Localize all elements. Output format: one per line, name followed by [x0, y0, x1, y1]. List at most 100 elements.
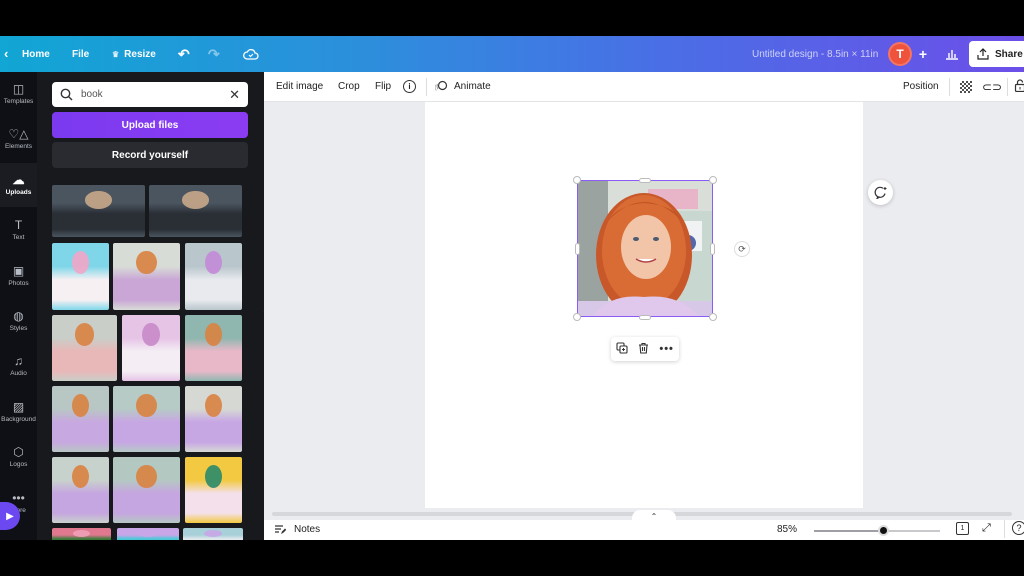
upload-thumbnail[interactable] [185, 243, 242, 310]
chevron-left-icon[interactable]: ‹ [4, 46, 8, 61]
upload-thumbnail[interactable] [113, 457, 180, 523]
resize-handle-top-right[interactable] [709, 176, 717, 184]
crop-button[interactable]: Crop [338, 81, 360, 92]
rail-item-background[interactable]: ▨ Background [0, 390, 37, 434]
info-icon[interactable]: i [403, 80, 416, 93]
redo-icon[interactable]: ↷ [208, 46, 220, 63]
resize-handle-bottom-right[interactable] [709, 313, 717, 321]
search-input[interactable] [81, 89, 222, 100]
expand-icon[interactable]: ⤢ [982, 522, 991, 535]
upload-thumbnail[interactable] [52, 528, 111, 540]
rail-item-label: Background [1, 415, 36, 423]
rail-item-templates[interactable]: ◫ Templates [0, 72, 37, 116]
logos-icon: ⬡ [13, 445, 24, 460]
upload-thumbnail[interactable] [52, 457, 109, 523]
upload-thumbnail[interactable] [185, 315, 242, 381]
lock-icon[interactable] [1014, 78, 1024, 95]
rail-item-photos[interactable]: ▣ Photos [0, 254, 37, 298]
thumbnail-subject [74, 322, 95, 346]
thumbnail-subject [71, 464, 90, 488]
transparency-icon[interactable] [960, 81, 972, 93]
thumbnail-subject [138, 530, 158, 538]
rail-item-label: Templates [3, 98, 34, 105]
undo-icon[interactable]: ↶ [178, 46, 190, 63]
pages-icon[interactable]: 1 [956, 522, 969, 535]
thumbnail-subject [204, 464, 223, 488]
avatar[interactable]: T [888, 42, 912, 66]
link-icon[interactable]: ⊂⊃ [982, 80, 1002, 94]
zoom-percentage[interactable]: 85% [777, 524, 797, 535]
background-icon: ▨ [12, 399, 25, 414]
share-button[interactable]: Share [969, 41, 1024, 67]
selected-photo[interactable] [577, 180, 713, 317]
top-bar: ‹ Home File ♛ Resize ↶ ↷ Untitled design… [0, 36, 1024, 72]
resize-button[interactable]: ♛ Resize [112, 49, 156, 60]
rail-item-styles[interactable]: ◍ Styles [0, 299, 37, 343]
upload-thumbnail[interactable] [52, 243, 109, 310]
upload-thumbnail[interactable] [52, 315, 117, 381]
elements-icon: ♡△ [8, 127, 29, 142]
photos-icon: ▣ [12, 263, 25, 278]
plus-icon[interactable]: + [912, 42, 934, 66]
trash-icon[interactable] [638, 342, 649, 357]
animate-button[interactable]: Animate [435, 80, 491, 93]
upload-thumbnail[interactable] [185, 457, 242, 523]
rail-item-label: Text [12, 234, 25, 242]
rail-item-audio[interactable]: ♫ Audio [0, 344, 37, 388]
rail-item-label: Photos [8, 279, 29, 287]
upload-thumbnail[interactable] [113, 386, 180, 452]
resize-handle-top-left[interactable] [573, 176, 581, 184]
edit-image-button[interactable]: Edit image [276, 81, 323, 92]
resize-handle-right[interactable] [710, 243, 715, 255]
crown-icon: ♛ [112, 49, 120, 59]
upload-thumbnail[interactable] [52, 386, 109, 452]
notes-button[interactable]: Notes [274, 524, 320, 535]
record-yourself-button[interactable]: Record yourself [52, 142, 248, 168]
rail-item-logos[interactable]: ⬡ Logos [0, 435, 37, 479]
rail-item-elements[interactable]: ♡△ Elements [0, 117, 37, 161]
flip-button[interactable]: Flip [375, 81, 391, 92]
rail-item-uploads[interactable]: ☁ Uploads [0, 162, 37, 207]
upload-thumbnail[interactable] [149, 185, 242, 237]
clear-search-icon[interactable]: ✕ [229, 87, 240, 103]
search-field[interactable]: ✕ [52, 82, 248, 107]
thumbnail-subject [71, 251, 90, 275]
animate-label: Animate [454, 81, 491, 92]
upload-thumbnail[interactable] [113, 243, 180, 310]
bar-chart-icon[interactable] [940, 42, 964, 66]
resize-handle-left[interactable] [575, 243, 580, 255]
upload-thumbnail[interactable] [117, 528, 179, 540]
resize-handle-bottom-left[interactable] [573, 313, 581, 321]
thumbnail-subject [142, 322, 160, 346]
duplicate-icon[interactable] [616, 341, 628, 357]
cloud-check-icon[interactable] [243, 48, 259, 60]
rotate-icon[interactable]: ⟳ [734, 241, 750, 257]
upload-thumbnail[interactable] [122, 315, 180, 381]
position-button[interactable]: Position [903, 81, 939, 92]
upload-thumbnail[interactable] [183, 528, 243, 540]
help-icon[interactable]: ? [1012, 521, 1024, 535]
more-horizontal-icon[interactable]: ••• [659, 343, 674, 355]
rail-item-text[interactable]: T Text [0, 208, 37, 252]
zoom-slider[interactable] [814, 525, 940, 536]
upload-thumbnail[interactable] [185, 386, 242, 452]
resize-handle-top[interactable] [639, 178, 651, 183]
divider [949, 78, 950, 96]
notes-label: Notes [294, 524, 321, 535]
divider [1004, 520, 1005, 538]
divider [1007, 78, 1008, 96]
upload-files-button[interactable]: Upload files [52, 112, 248, 138]
home-button[interactable]: Home [22, 49, 50, 60]
resize-handle-bottom[interactable] [639, 315, 651, 320]
rail-item-label: Elements [4, 143, 33, 151]
search-icon [60, 88, 73, 101]
notes-icon [275, 525, 286, 534]
design-title[interactable]: Untitled design - 8.5in × 11in [752, 49, 878, 60]
text-icon: T [14, 218, 23, 233]
thumbnail-subject [204, 322, 223, 346]
thumbnail-subject [204, 530, 222, 538]
upload-thumbnail[interactable] [52, 185, 145, 237]
add-comment-icon[interactable] [868, 180, 893, 205]
file-menu-button[interactable]: File [72, 49, 89, 60]
rail-item-label: Styles [9, 325, 28, 332]
